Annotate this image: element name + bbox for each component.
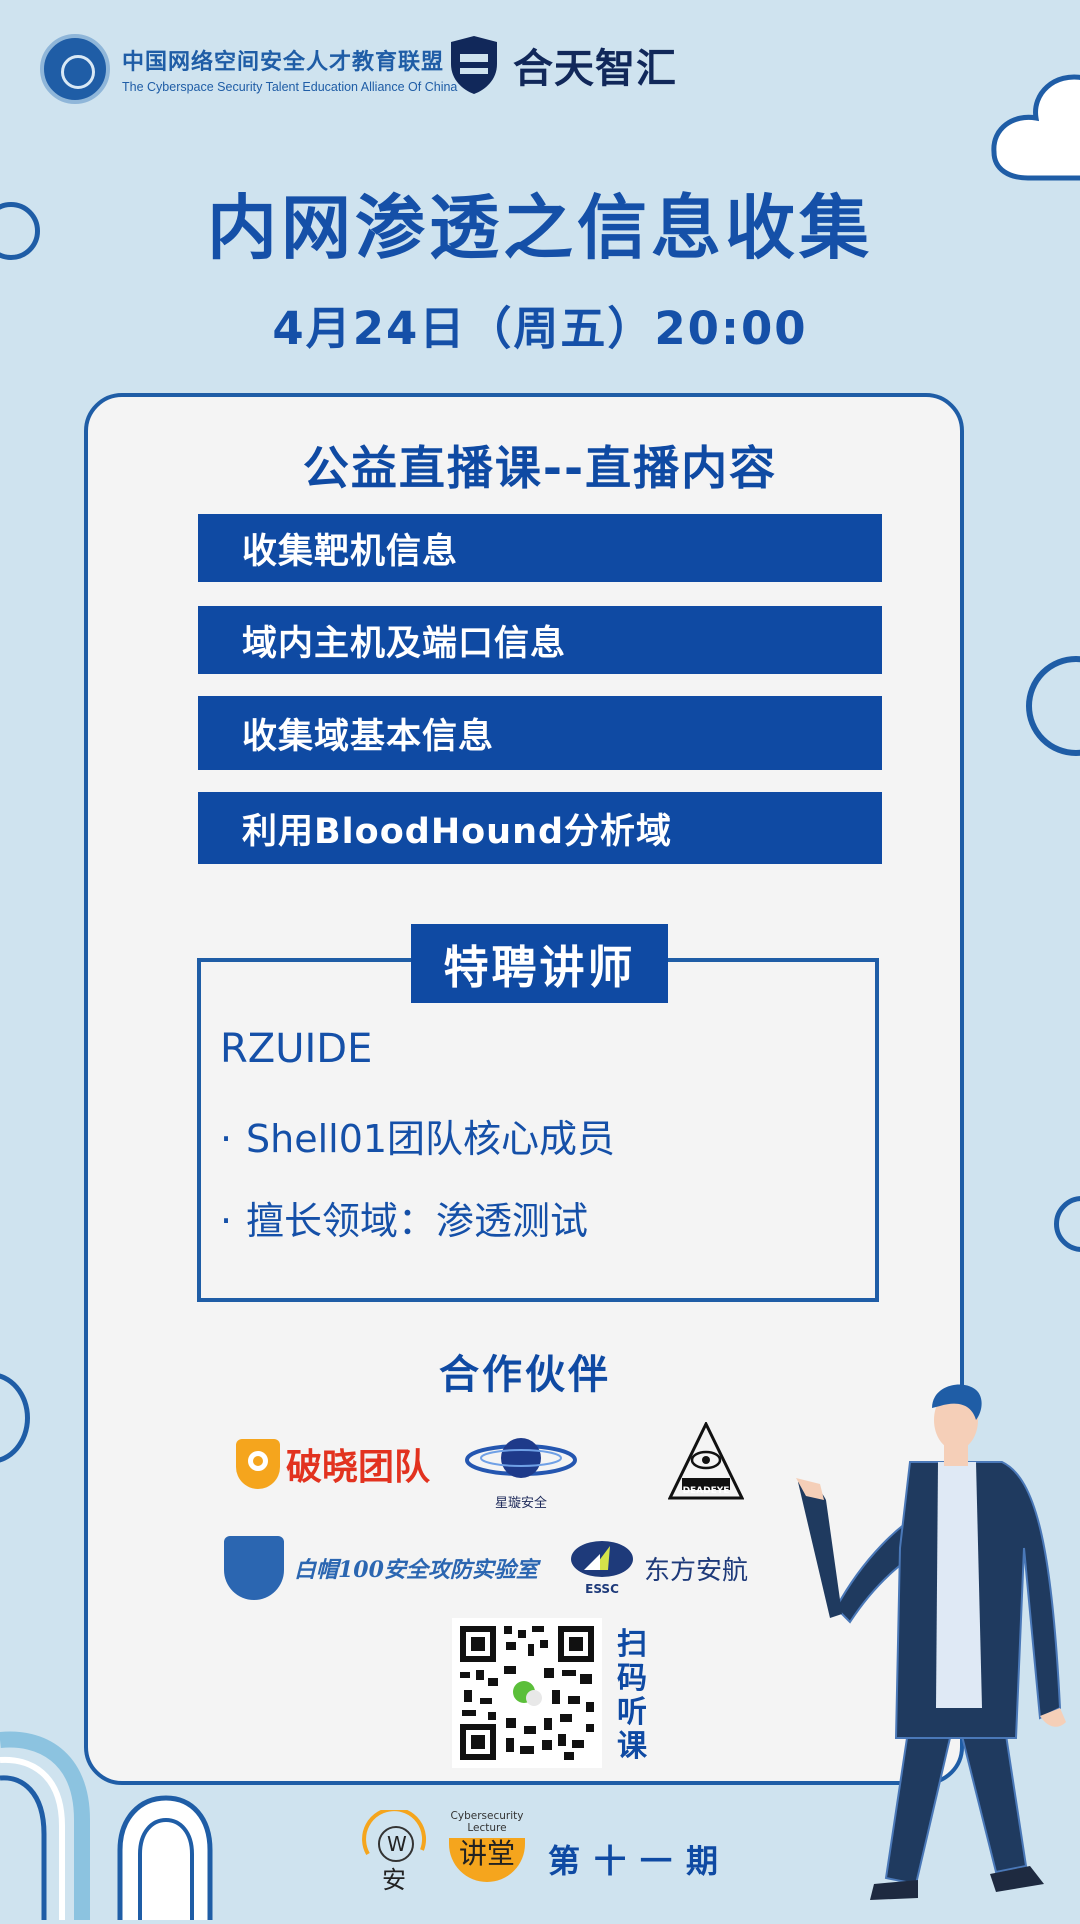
baimao-shield-icon: [224, 1536, 284, 1600]
scan-caption: 扫码听课: [617, 1627, 647, 1764]
circle-decoration-right-mid: [1026, 656, 1080, 756]
lecture-cn-text: 讲堂: [458, 1837, 515, 1870]
page-title: 内网渗透之信息收集: [207, 187, 873, 269]
alliance-emblem-icon: [40, 34, 110, 104]
course-heading: 公益直播课--直播内容: [302, 441, 778, 495]
partner-name: 星璇安全: [494, 1496, 547, 1511]
event-datetime: 4月24日（周五）20:00: [272, 302, 808, 355]
issue-number: 第十一期: [548, 1842, 733, 1880]
lecturer-tag: 特聘讲师: [411, 924, 668, 1003]
bullet-icon: ·: [220, 1117, 233, 1161]
circle-decoration-right-lower: [1054, 1196, 1080, 1252]
partner-name: 白帽100安全攻防实验室: [294, 1557, 538, 1583]
hetian-brand-name: 合天智汇: [513, 46, 677, 92]
presenter-illustration: [790, 1378, 1080, 1920]
w-letter: W: [387, 1832, 407, 1856]
alliance-name-cn: 中国网络空间安全人才教育联盟: [122, 49, 445, 75]
lecturer-detail-text: Shell01团队核心成员: [246, 1117, 616, 1161]
topic-item: 利用BloodHound分析域: [198, 792, 882, 864]
bullet-icon: ·: [220, 1199, 233, 1243]
w-an-logo: W 安: [360, 1807, 430, 1894]
lecturer-detail: · Shell01团队核心成员: [220, 1108, 615, 1163]
partner-logo-poxiao: 破晓团队: [236, 1438, 430, 1490]
partner-logo-deadeye: DEADEYE: [667, 1420, 745, 1500]
alliance-logo: 中国网络空间安全人才教育联盟 The Cyberspace Security T…: [40, 34, 457, 104]
essc-sail-icon: [571, 1541, 633, 1577]
lecturer-name: RZUIDE: [220, 1026, 373, 1072]
topic-item: 收集域基本信息: [198, 696, 882, 770]
qr-code[interactable]: [452, 1618, 602, 1768]
partner-logo-essc: ESSC 东方安航: [570, 1540, 748, 1596]
alliance-name-en: The Cyberspace Security Talent Education…: [122, 80, 458, 94]
cloud-decoration: [984, 62, 1080, 182]
lecturer-detail-text: 擅长领域：渗透测试: [246, 1199, 589, 1243]
shield-icon: [451, 36, 497, 94]
poxiao-shield-icon: [236, 1439, 280, 1489]
partner-logo-baimao: 白帽100安全攻防实验室: [224, 1536, 538, 1600]
partner-name: 东方安航: [644, 1555, 749, 1586]
cybersecurity-lecture-logo: Cybersecurity Lecture 讲堂: [446, 1810, 528, 1882]
an-character: 安: [382, 1866, 406, 1894]
hetian-logo: 合天智汇: [445, 34, 677, 96]
partner-name: 破晓团队: [286, 1447, 431, 1488]
orbit-planet-icon: [465, 1438, 577, 1478]
lecture-en-line: Cybersecurity: [450, 1810, 524, 1822]
lecturer-detail: · 擅长领域：渗透测试: [220, 1190, 588, 1245]
topic-item: 收集靶机信息: [198, 514, 882, 582]
essc-label: ESSC: [585, 1582, 619, 1596]
partner-logo-xingxuan: 星璇安全: [462, 1430, 580, 1511]
partner-name: DEADEYE: [682, 1486, 730, 1496]
topic-item: 域内主机及端口信息: [198, 606, 882, 674]
